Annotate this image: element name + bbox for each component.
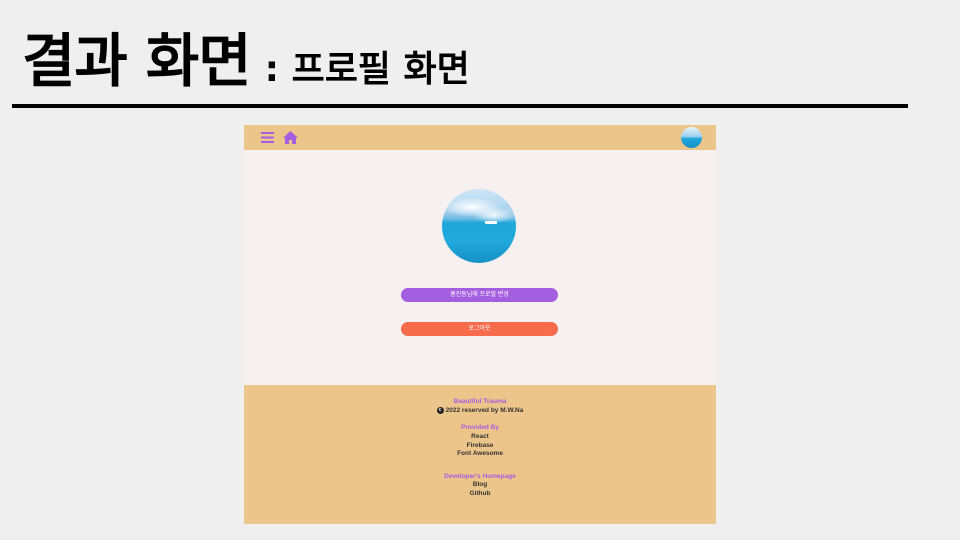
footer-provided-title: Provided By [461,424,499,432]
app-screenshot: 홍진동님에 프로필 변경 로그아웃 Beautiful Trauma c 2022… [244,125,716,524]
home-button[interactable] [282,129,299,146]
copyright-icon: c [436,406,444,414]
edit-profile-button[interactable]: 홍진동님에 프로필 변경 [401,288,558,302]
footer-brand-title: Beautiful Trauma [453,398,507,405]
profile-content: 홍진동님에 프로필 변경 로그아웃 [244,150,716,385]
slide-title-sub: : 프로필 화면 [264,49,470,90]
navbar [244,125,716,150]
footer-provided-item: Firebase [466,441,494,449]
logout-button[interactable]: 로그아웃 [401,322,558,336]
slide-title-main: 결과 화면 [22,27,252,95]
footer-copyright: c 2022 reserved by M.W.Na [244,406,716,416]
footer-blog-link[interactable]: Blog [244,481,716,490]
footer-copyright-text: 2022 reserved by M.W.Na [445,406,524,414]
title-divider [12,104,908,108]
slide-title: 결과 화면 : 프로필 화면 [22,14,470,98]
bars-icon [261,132,274,143]
footer: Beautiful Trauma c 2022 reserved by M.W.N… [244,385,716,524]
profile-avatar-button[interactable] [681,127,702,148]
home-icon [283,131,298,144]
footer-provided-item: React [471,433,489,440]
footer-provided-item: Font Awesome [457,450,503,458]
profile-photo [442,189,516,263]
photo-boat [485,221,497,224]
footer-dev-title: Developer's Homepage [444,472,516,480]
menu-button[interactable] [259,129,276,146]
footer-github-link[interactable]: Github [244,490,716,499]
